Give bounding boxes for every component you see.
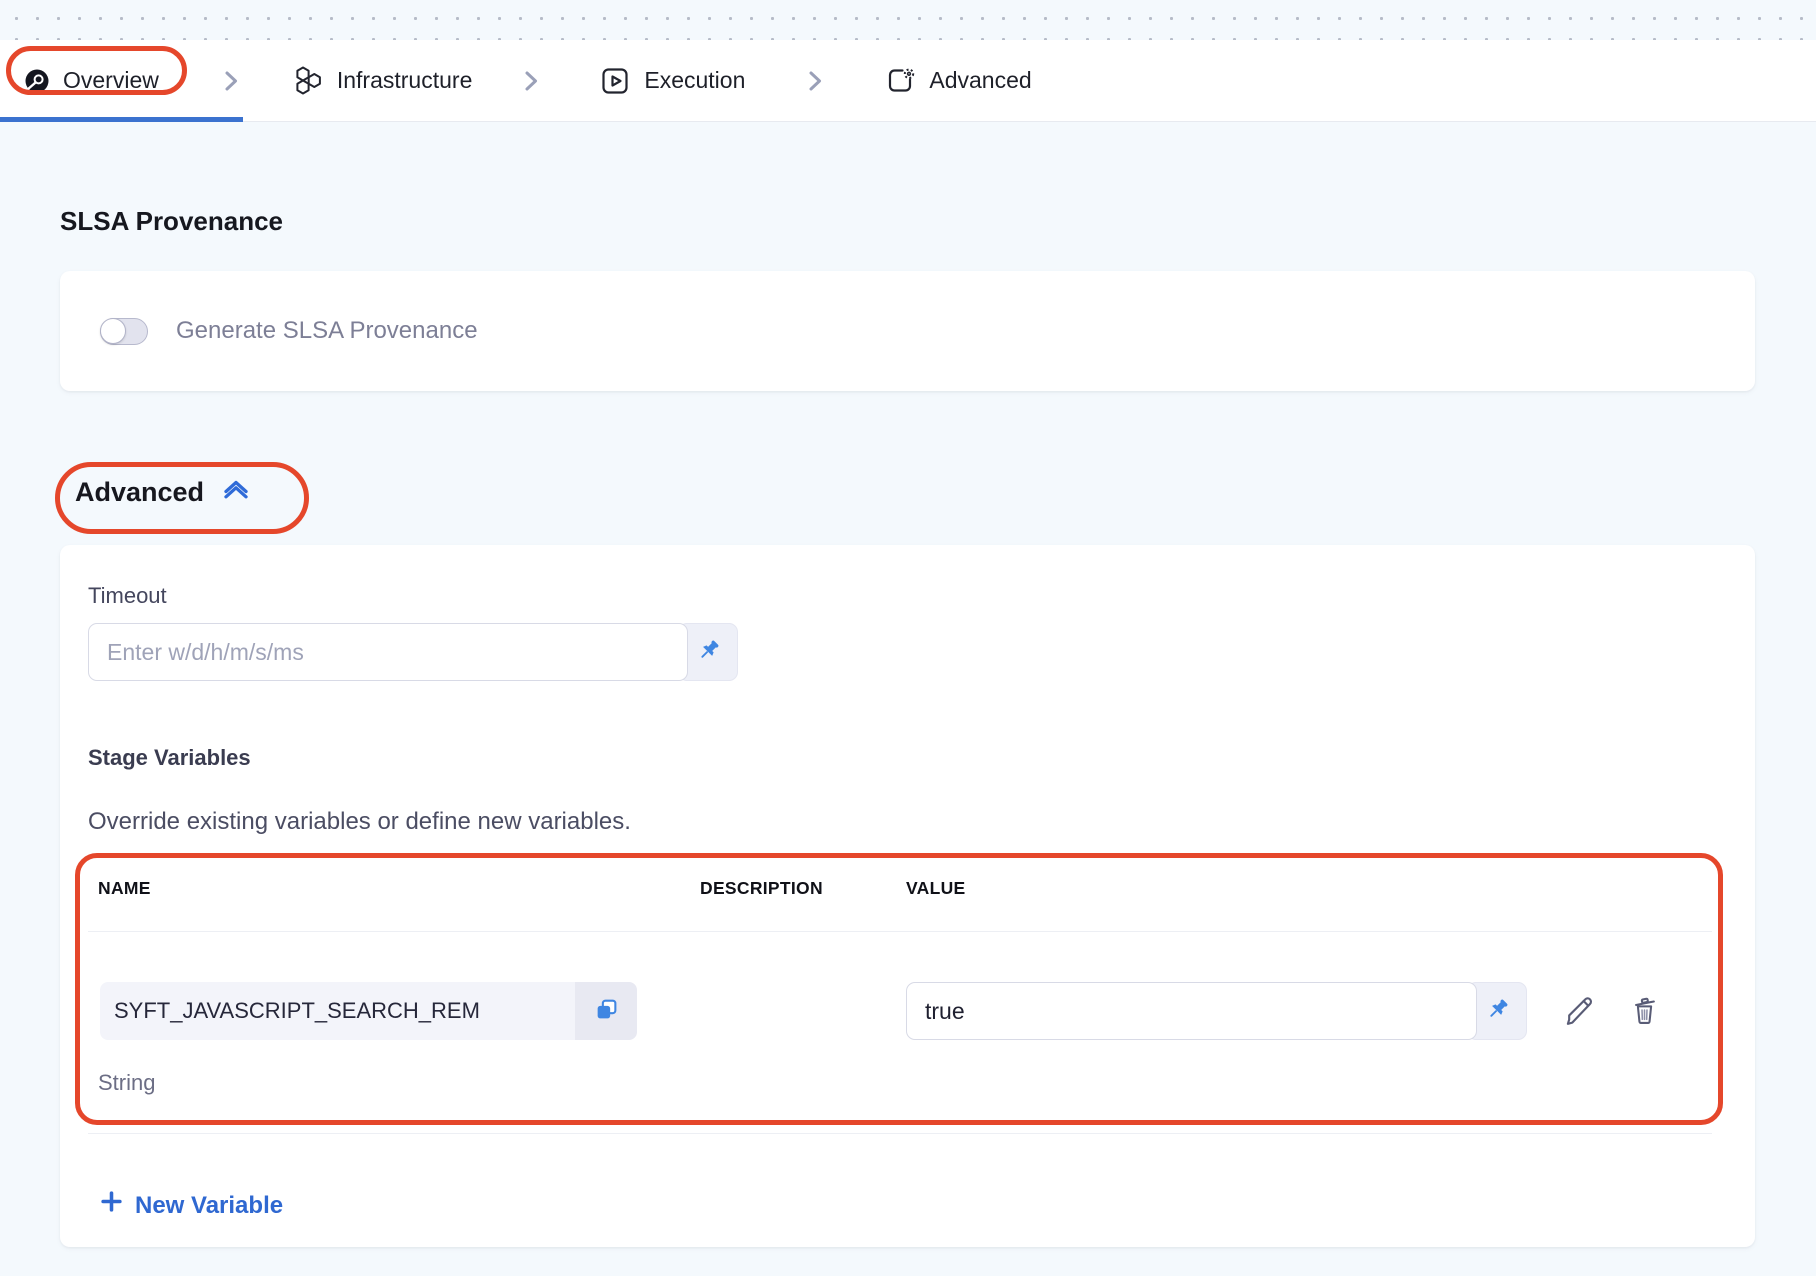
tab-label: Advanced bbox=[929, 67, 1031, 94]
chevron-right-icon bbox=[805, 69, 825, 93]
advanced-card: Timeout bbox=[60, 545, 1755, 1247]
chevron-right-icon bbox=[521, 69, 541, 93]
stage-variables-heading: Stage Variables bbox=[88, 745, 1727, 771]
variable-value-cell bbox=[906, 982, 1727, 1096]
tab-label: Overview bbox=[63, 67, 159, 94]
chevron-right-icon bbox=[221, 69, 241, 93]
variable-name-cell: SYFT_JAVASCRIPT_SEARCH_REM Stri bbox=[98, 982, 700, 1096]
tab-label: Execution bbox=[644, 67, 745, 94]
stage-tab-bar: Overview Infrastructure bbox=[0, 40, 1816, 122]
variable-description-cell bbox=[700, 982, 906, 1096]
variable-name-field[interactable]: SYFT_JAVASCRIPT_SEARCH_REM bbox=[100, 982, 575, 1040]
timeout-label: Timeout bbox=[88, 583, 1727, 609]
table-header-row: NAME DESCRIPTION VALUE bbox=[98, 877, 1727, 899]
pipeline-stage-config-page: Overview Infrastructure bbox=[0, 0, 1816, 1276]
execution-icon bbox=[601, 67, 631, 95]
new-variable-label: New Variable bbox=[135, 1191, 283, 1221]
infrastructure-icon bbox=[292, 66, 324, 95]
timeout-input[interactable] bbox=[88, 623, 688, 681]
toggle-knob bbox=[100, 318, 126, 344]
column-header-name: NAME bbox=[98, 877, 700, 899]
advanced-tab-icon bbox=[886, 67, 916, 95]
chevron-up-icon bbox=[221, 473, 251, 511]
advanced-heading-label: Advanced bbox=[75, 473, 204, 511]
delete-variable-button[interactable] bbox=[1629, 982, 1660, 1040]
tab-advanced[interactable]: Advanced bbox=[886, 67, 1031, 95]
pin-icon bbox=[695, 637, 722, 667]
active-tab-underline bbox=[0, 117, 243, 122]
variable-value-input[interactable] bbox=[906, 982, 1477, 1040]
plus-icon bbox=[100, 1190, 123, 1221]
stage-variables-description: Override existing variables or define ne… bbox=[88, 807, 1727, 837]
column-header-value: VALUE bbox=[906, 877, 1727, 899]
tab-overview[interactable]: Overview bbox=[24, 67, 159, 94]
new-variable-button[interactable]: New Variable bbox=[100, 1190, 283, 1221]
stage-variables-table: NAME DESCRIPTION VALUE SYFT_JAVASCRIPT_S… bbox=[88, 877, 1727, 1134]
tab-label: Infrastructure bbox=[337, 67, 473, 94]
timeout-input-group bbox=[88, 623, 1727, 681]
table-divider bbox=[88, 1133, 1712, 1134]
generate-slsa-label: Generate SLSA Provenance bbox=[176, 317, 478, 345]
table-divider bbox=[88, 931, 1712, 932]
canvas-dotted-background bbox=[0, 0, 1816, 40]
trash-icon bbox=[1629, 994, 1660, 1028]
overview-tab-content: SLSA Provenance Generate SLSA Provenance… bbox=[0, 206, 1816, 1247]
tab-infrastructure[interactable]: Infrastructure bbox=[292, 66, 473, 95]
overview-icon bbox=[24, 68, 50, 94]
pencil-icon bbox=[1563, 994, 1595, 1029]
copy-button[interactable] bbox=[575, 982, 637, 1040]
variable-type-label: String bbox=[98, 1070, 700, 1096]
edit-variable-button[interactable] bbox=[1563, 982, 1595, 1040]
tab-execution[interactable]: Execution bbox=[601, 67, 745, 95]
pin-icon bbox=[1484, 996, 1511, 1026]
copy-icon bbox=[594, 997, 619, 1025]
column-header-description: DESCRIPTION bbox=[700, 877, 906, 899]
variable-name-control: SYFT_JAVASCRIPT_SEARCH_REM bbox=[100, 982, 637, 1040]
slsa-provenance-card: Generate SLSA Provenance bbox=[60, 271, 1755, 391]
value-input-group bbox=[906, 982, 1527, 1040]
advanced-section-toggle[interactable]: Advanced bbox=[75, 473, 251, 511]
variable-row: SYFT_JAVASCRIPT_SEARCH_REM Stri bbox=[98, 982, 1727, 1096]
generate-slsa-toggle[interactable] bbox=[100, 318, 148, 345]
slsa-provenance-heading: SLSA Provenance bbox=[60, 206, 1756, 237]
